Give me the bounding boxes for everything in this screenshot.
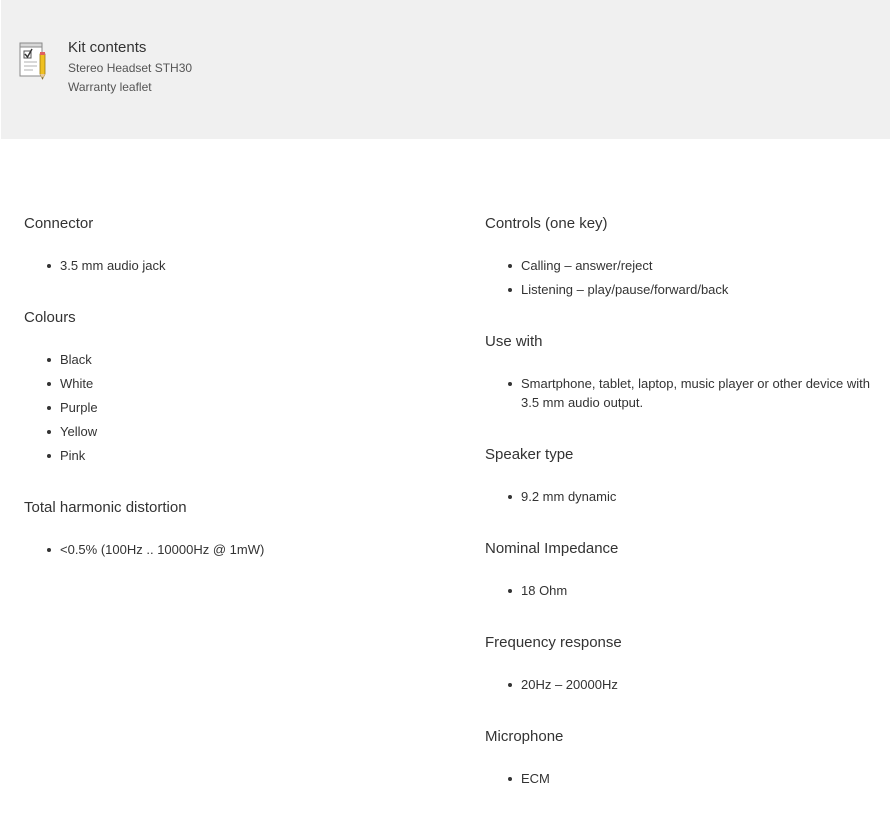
kit-contents-panel: Kit contents Stereo Headset STH30 Warran… [1, 0, 890, 139]
kit-contents-title: Kit contents [68, 39, 147, 56]
list-item: Calling – answer/reject [485, 256, 875, 275]
kit-item: Stereo Headset STH30 [68, 61, 193, 75]
thd-heading: Total harmonic distortion [24, 499, 187, 516]
frequency-response-list: 20Hz – 20000Hz [485, 675, 875, 694]
thd-list: <0.5% (100Hz .. 10000Hz @ 1mW) [24, 540, 454, 559]
specs-right-column: Controls (one key) Calling – answer/reje… [485, 214, 875, 788]
list-item: ECM [485, 769, 875, 788]
colours-heading: Colours [24, 309, 76, 326]
checklist-pencil-icon [19, 42, 46, 80]
controls-heading: Controls (one key) [485, 215, 608, 232]
list-item: Listening – play/pause/forward/back [485, 280, 875, 299]
frequency-response-heading: Frequency response [485, 634, 622, 651]
list-item: 20Hz – 20000Hz [485, 675, 875, 694]
speaker-type-heading: Speaker type [485, 446, 574, 463]
microphone-list: ECM [485, 769, 875, 788]
controls-list: Calling – answer/reject Listening – play… [485, 256, 875, 299]
connector-list: 3.5 mm audio jack [24, 256, 454, 275]
list-item: 18 Ohm [485, 581, 875, 600]
impedance-list: 18 Ohm [485, 581, 875, 600]
use-with-list: Smartphone, tablet, laptop, music player… [485, 374, 875, 412]
list-item: Purple [24, 398, 454, 417]
list-item: Pink [24, 446, 454, 465]
colours-list: Black White Purple Yellow Pink [24, 350, 454, 465]
list-item: Black [24, 350, 454, 369]
use-with-heading: Use with [485, 333, 543, 350]
list-item: White [24, 374, 454, 393]
microphone-heading: Microphone [485, 728, 564, 745]
kit-item: Warranty leaflet [68, 80, 152, 94]
list-item: <0.5% (100Hz .. 10000Hz @ 1mW) [24, 540, 454, 559]
list-item: 9.2 mm dynamic [485, 487, 875, 506]
connector-heading: Connector [24, 215, 94, 232]
list-item: Smartphone, tablet, laptop, music player… [485, 374, 875, 412]
list-item: 3.5 mm audio jack [24, 256, 454, 275]
specs-left-column: Connector 3.5 mm audio jack Colours Blac… [24, 214, 454, 559]
list-item: Yellow [24, 422, 454, 441]
impedance-heading: Nominal Impedance [485, 540, 619, 557]
speaker-type-list: 9.2 mm dynamic [485, 487, 875, 506]
